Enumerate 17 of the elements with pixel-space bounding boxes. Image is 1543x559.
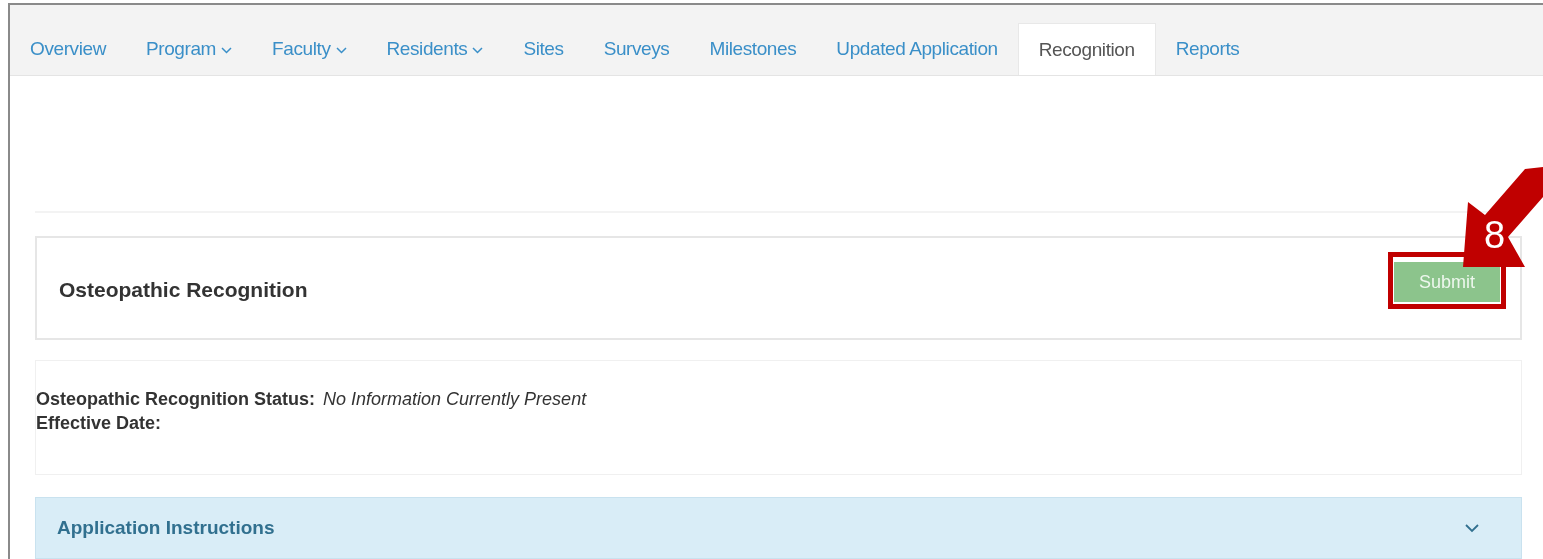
nav-tab[interactable]: Overview (10, 23, 126, 75)
nav-tab[interactable]: Recognition (1017, 23, 1156, 75)
nav-tab[interactable]: Residents (366, 23, 504, 75)
nav-tab[interactable]: Surveys (583, 23, 690, 75)
panel-title: Osteopathic Recognition (59, 278, 308, 302)
accordion-header[interactable]: Application Instructions (35, 497, 1522, 559)
nav-tab[interactable]: Reports (1155, 23, 1260, 75)
chevron-icon (1465, 523, 1479, 533)
step-number: 8 (1484, 216, 1506, 254)
nav-tab[interactable]: Sites (503, 23, 584, 75)
nav-tab[interactable]: Milestones (689, 23, 817, 75)
nav-tab[interactable]: Updated Application (816, 23, 1018, 75)
nav-tab[interactable]: Program (126, 23, 253, 75)
nav-tab[interactable]: Faculty (252, 23, 367, 75)
status-label: Osteopathic Recognition Status: (36, 389, 316, 409)
date-label: Effective Date: (36, 413, 162, 433)
status-value: No Information Currently Present (323, 389, 587, 409)
